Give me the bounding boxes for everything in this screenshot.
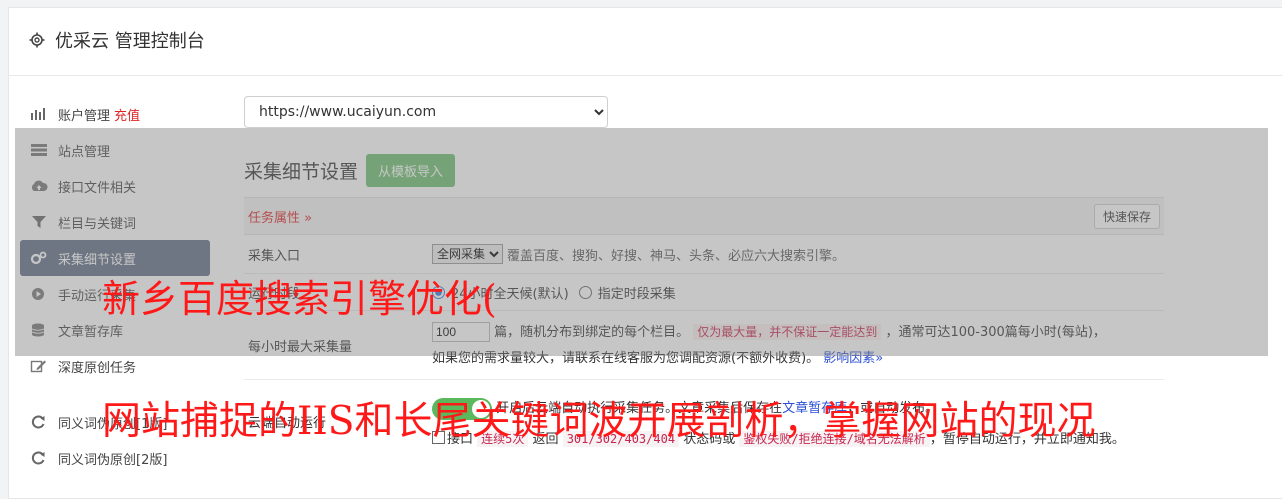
refresh-icon bbox=[31, 451, 45, 465]
bar-chart-icon bbox=[31, 108, 45, 120]
app-title: 优采云 管理控制台 bbox=[29, 27, 205, 53]
app-title-text: 优采云 管理控制台 bbox=[55, 31, 205, 52]
edit-icon bbox=[30, 360, 46, 373]
header-bar: 优采云 管理控制台 bbox=[9, 8, 1282, 76]
sidebar-item-label: 同义词伪原创[2版] bbox=[58, 452, 168, 468]
overlay-title-line1: 新乡百度搜索引擎优化( bbox=[102, 277, 497, 321]
site-select[interactable]: https://www.ucaiyun.com bbox=[244, 96, 608, 128]
sidebar-item-label: 账户管理 bbox=[58, 108, 111, 124]
refresh-icon bbox=[31, 415, 45, 429]
sidebar-item-account[interactable]: 账户管理 充值 bbox=[20, 96, 210, 132]
gear-icon bbox=[29, 32, 45, 48]
sidebar-item-label: 深度原创任务 bbox=[58, 360, 137, 376]
overlay-title-line2: 网站捕捉的IIS和长尾关键词波开展剖析，掌握网站的现况 bbox=[102, 399, 1096, 444]
recharge-link[interactable]: 充值 bbox=[114, 109, 140, 124]
